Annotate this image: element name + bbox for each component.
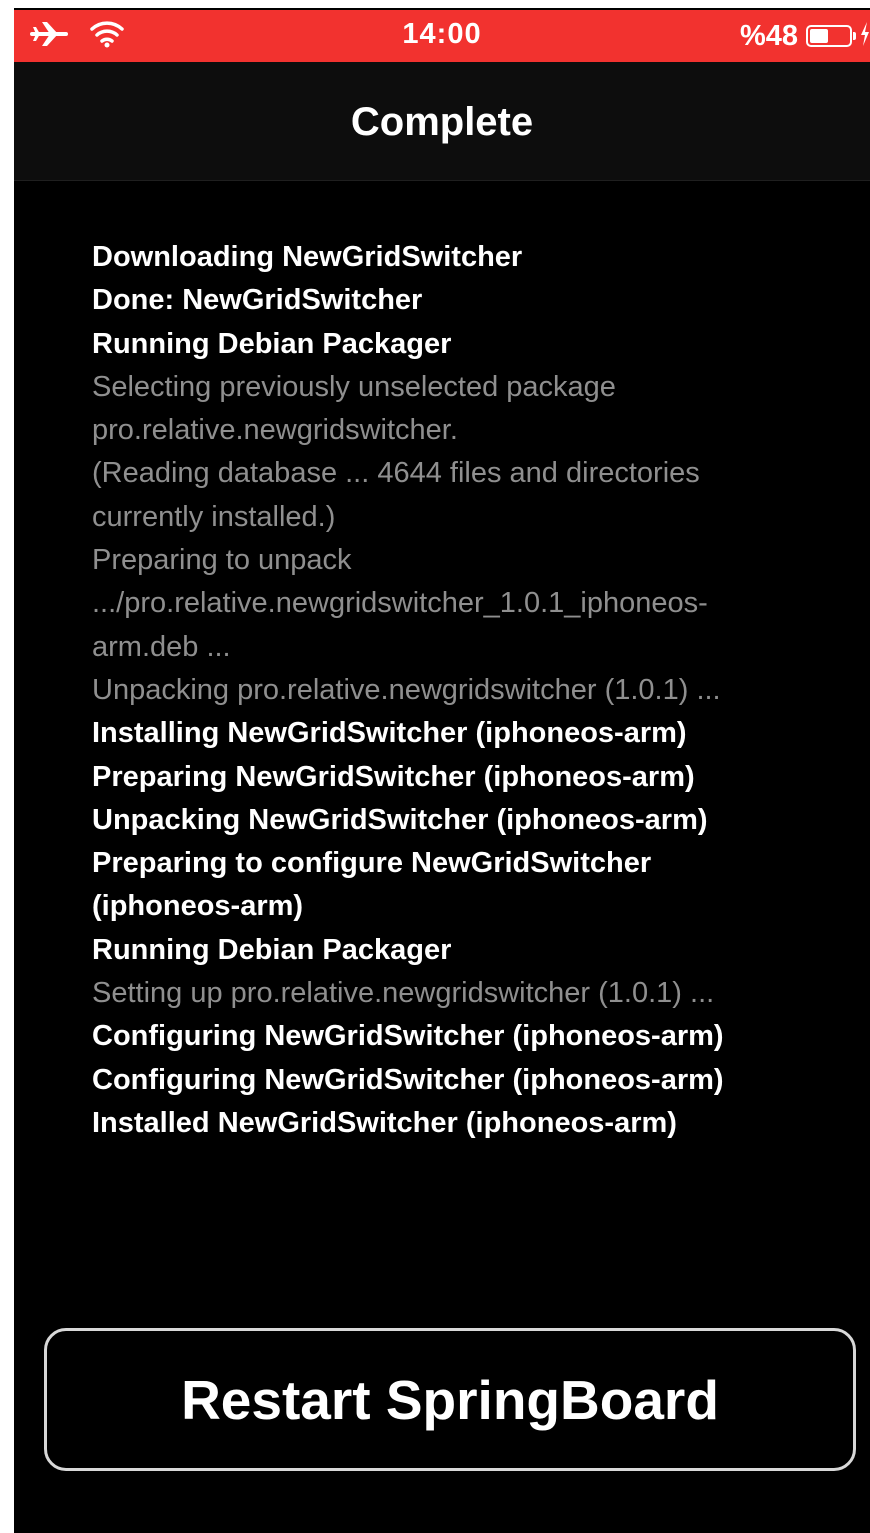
log-line: arm.deb ... — [92, 630, 231, 663]
battery-tip — [853, 32, 856, 40]
log-line: Downloading NewGridSwitcher — [92, 241, 523, 273]
log-line: Installed NewGridSwitcher (iphoneos-arm) — [92, 1106, 677, 1139]
log-line: currently installed.) — [92, 500, 336, 533]
log-line: (Reading database ... 4644 files and dir… — [92, 457, 700, 490]
charging-bolt-icon — [860, 21, 870, 51]
navigation-bar: Complete — [14, 62, 870, 181]
log-line: Unpacking pro.relative.newgridswitcher (… — [92, 673, 721, 706]
restart-springboard-button[interactable]: Restart SpringBoard — [44, 1328, 856, 1471]
log-line: Done: NewGridSwitcher — [92, 284, 423, 317]
log-line: Preparing to unpack — [92, 544, 352, 577]
log-line: Installing NewGridSwitcher (iphoneos-arm… — [92, 717, 687, 750]
log-line: Running Debian Packager — [92, 327, 452, 360]
log-line: .../pro.relative.newgridswitcher_1.0.1_i… — [92, 587, 708, 620]
battery-percentage: %48 — [739, 19, 798, 52]
install-log: Downloading NewGridSwitcher Done: NewGrid… — [92, 236, 822, 1145]
battery-level-fill — [810, 29, 828, 43]
status-bar: 14:00 %48 — [14, 10, 870, 62]
status-right-icons: %48 — [740, 18, 870, 54]
log-line: (iphoneos-arm) — [92, 890, 304, 923]
log-line: pro.relative.newgridswitcher. — [92, 414, 458, 447]
device-screen: 14:00 %48 Complete Downloading NewGridSw… — [14, 8, 870, 1533]
log-line: Unpacking NewGridSwitcher (iphoneos-arm) — [92, 803, 708, 836]
log-line: Preparing to configure NewGridSwitcher — [92, 847, 652, 880]
log-line: Preparing NewGridSwitcher (iphoneos-arm) — [92, 760, 695, 793]
battery-icon — [806, 25, 856, 47]
log-line: Configuring NewGridSwitcher (iphoneos-ar… — [92, 1063, 724, 1096]
log-line: Running Debian Packager — [92, 933, 452, 966]
log-line: Selecting previously unselected package — [92, 370, 616, 403]
page-title: Complete — [350, 100, 534, 144]
log-line: Configuring NewGridSwitcher (iphoneos-ar… — [92, 1020, 724, 1053]
log-line: Setting up pro.relative.newgridswitcher … — [92, 977, 715, 1010]
